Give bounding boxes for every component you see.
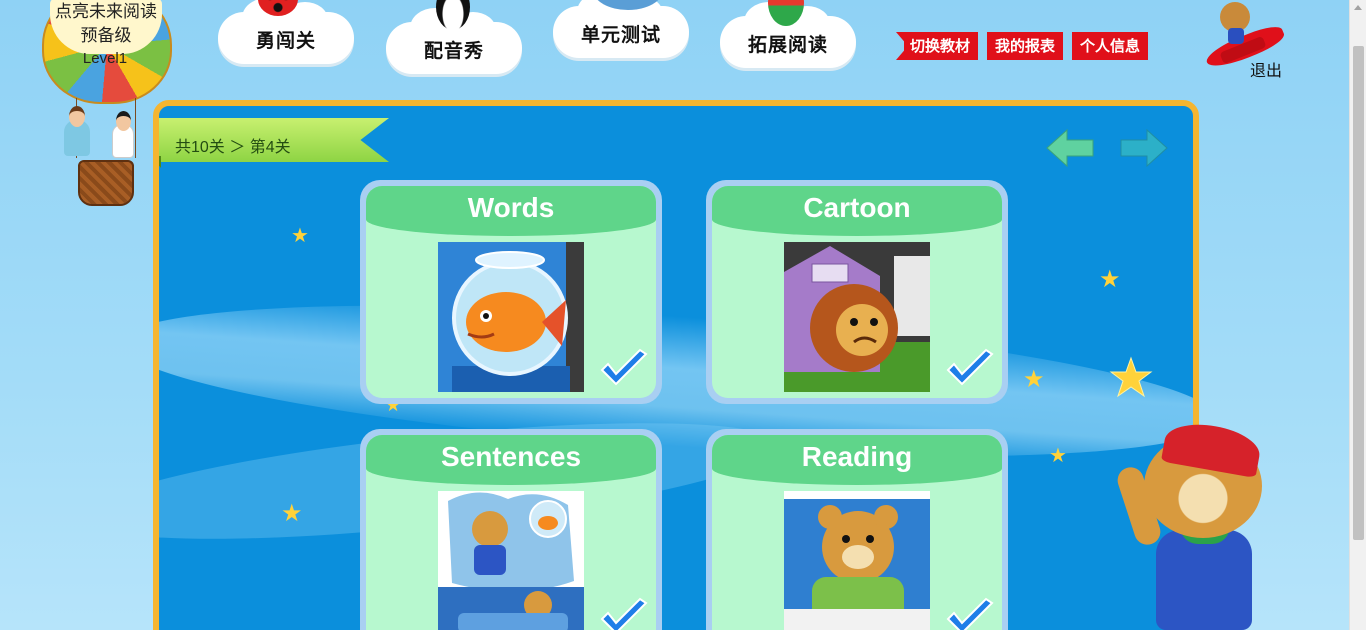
level-board: ★ ★ ★ ★ ★ ★ 共10关 ＞ 第4关 Words Cartoon Sen…: [153, 100, 1199, 630]
arrow-right-icon: [1120, 128, 1168, 168]
previous-arrow-button[interactable]: [1045, 128, 1095, 168]
ribbon-flag-icon: [896, 32, 914, 60]
star-icon: ★: [291, 225, 309, 247]
arrow-left-icon: [1046, 128, 1094, 168]
vertical-scrollbar[interactable]: [1349, 0, 1366, 630]
card-body: Sentences: [366, 435, 656, 630]
next-arrow-button[interactable]: [1119, 128, 1169, 168]
nav-label: 拓展阅读: [747, 34, 828, 56]
kid-girl-figure: [64, 106, 90, 156]
goldfish-bowl-image: [438, 242, 584, 392]
card-title: Reading: [801, 441, 913, 472]
lion-doghouse-image: [784, 242, 930, 392]
checkmark-icon: [942, 595, 996, 630]
balloon-title-line1: 点亮未来阅读: [55, 2, 157, 21]
ribbon-fold: [159, 156, 161, 168]
checkmark-icon: [942, 346, 996, 390]
card-words[interactable]: Words: [360, 180, 662, 404]
checkmark-icon: [596, 595, 650, 630]
balloon-title: 点亮未来阅读 预备级: [50, 0, 162, 54]
star-icon: ★: [1023, 366, 1045, 393]
my-report-button[interactable]: 我的报表: [987, 32, 1064, 60]
nav-brave-challenge[interactable]: 勇闯关: [218, 0, 354, 64]
balloon-basket: [78, 160, 134, 206]
card-cartoon[interactable]: Cartoon: [706, 180, 1008, 404]
bear-mascot: [1114, 417, 1302, 630]
bear-in-bed-image: [784, 491, 930, 630]
balloon-level: Level1: [82, 50, 128, 67]
nav-label: 单元测试: [580, 24, 661, 46]
card-title: Words: [467, 192, 555, 223]
nav-label: 配音秀: [423, 40, 484, 62]
card-body: Cartoon: [712, 186, 1002, 398]
balloon-title-line2: 预备级: [80, 26, 132, 45]
card-body: Reading: [712, 435, 1002, 630]
kid-boy-figure: [112, 111, 134, 158]
exit-link[interactable]: 退出: [1250, 57, 1282, 81]
sparkle-star-icon: [1106, 354, 1156, 404]
card-reading[interactable]: Reading: [706, 429, 1008, 630]
card-body: Words: [366, 186, 656, 398]
card-title: Sentences: [440, 441, 582, 472]
card-title: Cartoon: [803, 192, 911, 223]
nav-unit-test[interactable]: 单元测试: [553, 0, 689, 58]
nav-extended-reading[interactable]: 拓展阅读: [720, 0, 856, 68]
breadcrumb: 共10关 ＞ 第4关: [175, 139, 291, 156]
scrollbar-thumb[interactable]: [1353, 46, 1364, 540]
star-icon: ★: [1099, 266, 1121, 293]
nav-label: 勇闯关: [255, 30, 316, 52]
scroll-up-icon[interactable]: [1354, 5, 1362, 10]
switch-textbook-button[interactable]: 切换教材: [904, 32, 979, 60]
nav-dubbing-show[interactable]: 配音秀: [386, 0, 522, 74]
top-action-bar: 切换教材 我的报表 个人信息: [896, 32, 1157, 60]
bear-dreaming-image: [438, 491, 584, 630]
star-icon: ★: [1049, 445, 1067, 467]
bear-torso: [1156, 530, 1252, 630]
star-icon: ★: [281, 500, 303, 527]
personal-info-button[interactable]: 个人信息: [1072, 32, 1149, 60]
checkmark-icon: [596, 346, 650, 390]
bear-pilot: [1220, 2, 1250, 44]
card-sentences[interactable]: Sentences: [360, 429, 662, 630]
